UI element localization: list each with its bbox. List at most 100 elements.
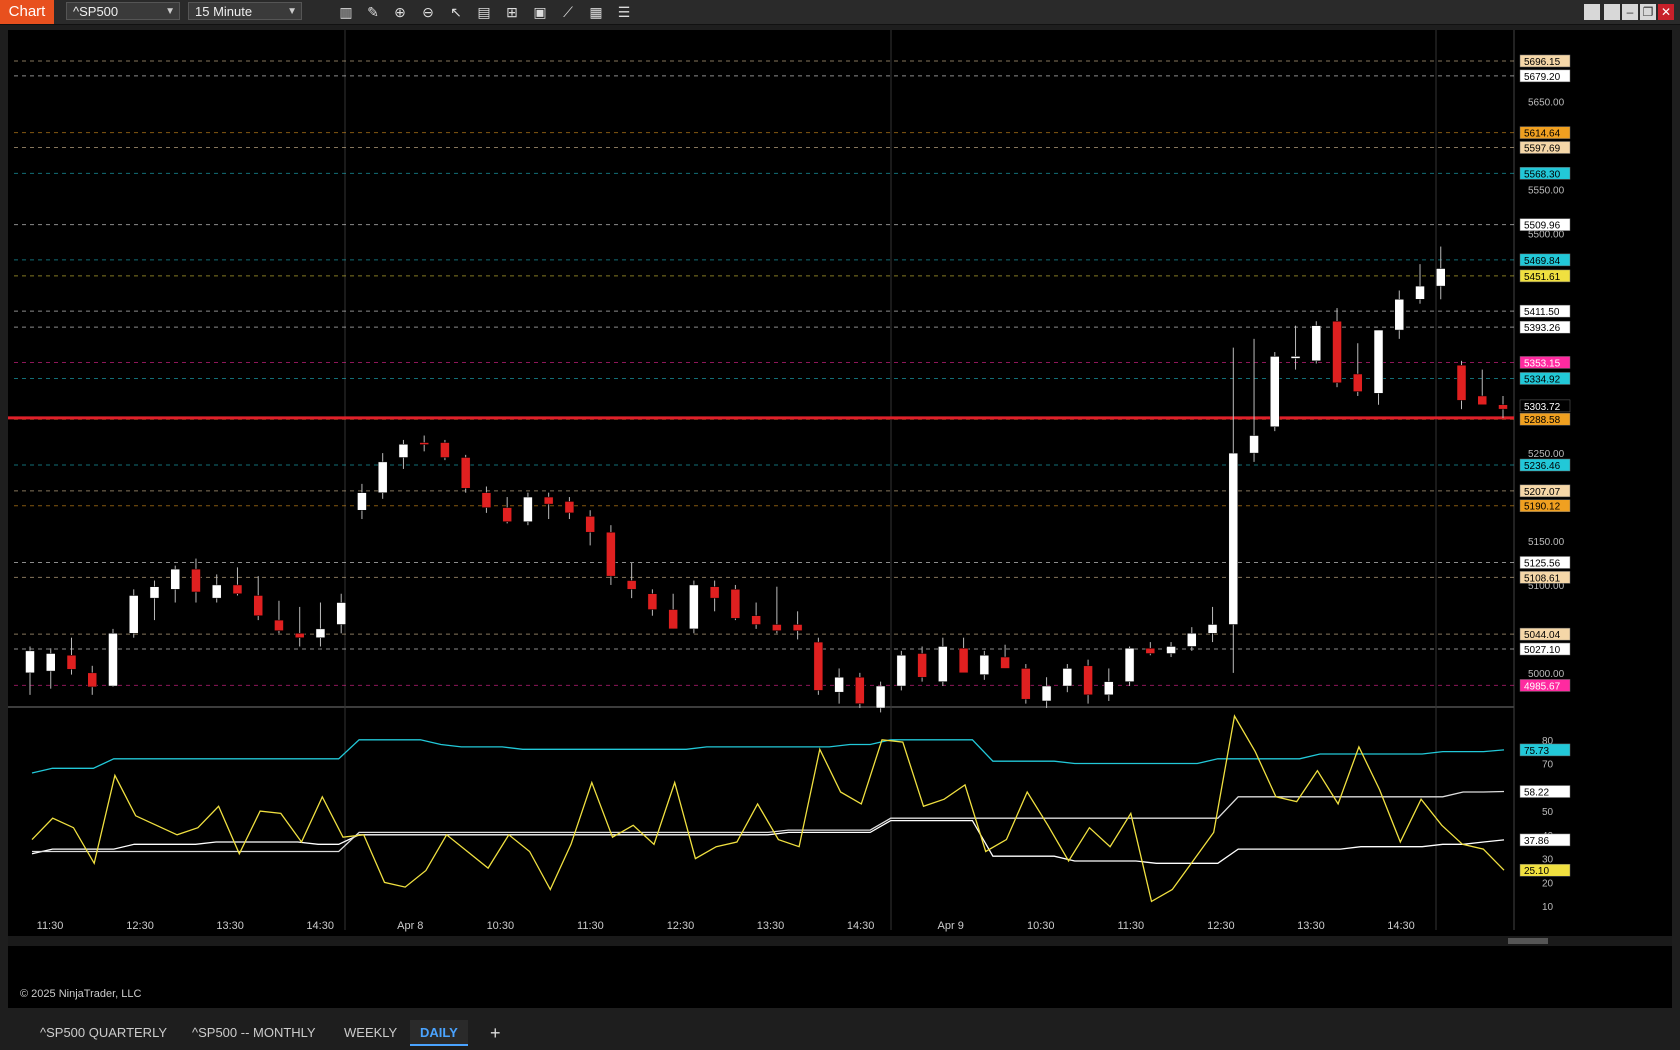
candle-body <box>647 593 658 610</box>
time-tick-label: 12:30 <box>1207 920 1235 932</box>
indicator-tick-label: 30 <box>1542 855 1554 866</box>
indicator-tick-label: 20 <box>1542 878 1554 889</box>
price-label: 5509.96 <box>1524 221 1561 232</box>
price-tick-label: 5250.00 <box>1528 449 1565 460</box>
tab-quarterly[interactable]: ^SP500 QUARTERLY <box>30 1020 177 1046</box>
interval-value: 15 Minute <box>195 4 253 19</box>
candle-body <box>1415 285 1425 300</box>
candle-body <box>294 633 305 638</box>
indicator-tick-label: 50 <box>1542 807 1554 818</box>
candle-body <box>274 619 284 631</box>
strategies-icon[interactable]: ⟋ <box>558 2 578 22</box>
time-tick-label: Apr 9 <box>938 920 964 932</box>
candle-body <box>1145 647 1156 654</box>
instrument-value: ^SP500 <box>73 4 119 19</box>
candle-body <box>751 615 761 625</box>
tab-daily[interactable]: DAILY <box>410 1020 468 1046</box>
candle-body <box>128 595 139 634</box>
candle-body <box>938 646 948 682</box>
time-tick-label: 11:30 <box>577 920 604 932</box>
candle-body <box>896 655 907 687</box>
interval-selector[interactable]: 15 Minute ▼ <box>188 2 302 20</box>
price-label: 5353.15 <box>1524 358 1561 369</box>
candle-body <box>834 676 844 693</box>
bar-type-icon[interactable]: ▥ <box>336 2 356 22</box>
price-tick-label: 5000.00 <box>1528 669 1565 680</box>
price-label: 5597.69 <box>1524 144 1561 155</box>
horizontal-scrollbar <box>8 936 1672 946</box>
time-tick-label: 13:30 <box>757 920 785 932</box>
price-label: 5303.72 <box>1524 402 1561 413</box>
time-tick-label: Apr 8 <box>397 920 423 932</box>
candle-body <box>1270 356 1280 427</box>
candle-body <box>875 685 886 709</box>
indicators-icon[interactable]: ▣ <box>530 2 550 22</box>
instrument-selector[interactable]: ^SP500 ▼ <box>66 2 180 20</box>
candle-body <box>855 676 865 704</box>
candle-body <box>419 442 429 445</box>
candle-body <box>440 442 450 458</box>
chart-panel[interactable]: 5650.00 5550.00 5500.00 5250.00 5150.00 5100.… <box>8 30 1672 1008</box>
price-tick-label: 5150.00 <box>1528 537 1565 548</box>
chart-svg[interactable]: 5650.005550.005500.005250.005150.005100.… <box>8 30 1672 1008</box>
indicator-line-yellow <box>31 714 1505 903</box>
candle-body <box>1166 646 1176 654</box>
pointer-icon[interactable]: ↖ <box>446 2 466 22</box>
data-box-icon[interactable]: ▤ <box>474 2 494 22</box>
price-label: 5108.61 <box>1524 573 1561 584</box>
candle-body <box>730 589 741 619</box>
candle-body <box>170 568 180 590</box>
indicator-label: 37.86 <box>1524 836 1549 847</box>
candle-body <box>398 444 409 458</box>
indicator-label: 58.22 <box>1524 788 1549 799</box>
candle-body <box>709 586 720 599</box>
tab-monthly[interactable]: ^SP500 -- MONTHLY <box>182 1020 326 1046</box>
draw-icon[interactable]: ✎ <box>363 2 383 22</box>
candle-body <box>543 496 554 505</box>
candle-body <box>958 647 969 674</box>
candle-body <box>1021 668 1031 700</box>
candle-body <box>1104 681 1114 696</box>
indicator-tick-label: 70 <box>1542 760 1554 771</box>
copyright-text: © 2025 NinjaTrader, LLC <box>20 988 142 1000</box>
more-icon[interactable]: ☰ <box>614 2 634 22</box>
minimize-icon[interactable]: – <box>1622 4 1638 20</box>
candle-body <box>606 531 616 577</box>
price-tick-label: 5550.00 <box>1528 185 1565 196</box>
chart-style-icon[interactable]: ⊞ <box>502 2 522 22</box>
chart-toolbar: Chart ^SP500 ▼ 15 Minute ▼ ▥ ✎ ⊕ ⊖ ↖ ▤ ⊞… <box>0 0 1680 25</box>
zoom-in-icon[interactable]: ⊕ <box>390 2 410 22</box>
candle-body <box>377 461 388 493</box>
time-tick-label: 12:30 <box>126 920 154 932</box>
zoom-out-icon[interactable]: ⊖ <box>418 2 438 22</box>
price-label: 5451.61 <box>1524 272 1561 283</box>
tab-weekly[interactable]: WEEKLY <box>334 1020 407 1046</box>
candle-body <box>191 568 201 593</box>
price-label: 5236.46 <box>1524 461 1561 472</box>
candle-body <box>564 501 575 514</box>
candle-body <box>502 507 512 522</box>
candle-body <box>1207 624 1218 634</box>
candle-body <box>1311 325 1322 362</box>
properties-icon[interactable]: ▦ <box>586 2 606 22</box>
candle-body <box>626 580 637 590</box>
candle-body <box>336 602 346 625</box>
candle-body <box>979 655 990 675</box>
candle-body <box>108 633 118 687</box>
indicator-label: 25.10 <box>1524 866 1549 877</box>
chart-window-tab[interactable]: Chart <box>0 0 54 24</box>
price-label: 4985.67 <box>1524 681 1561 692</box>
maximize-icon[interactable]: ❐ <box>1640 4 1656 20</box>
add-tab-button[interactable]: + <box>480 1020 511 1046</box>
close-icon[interactable]: ✕ <box>1658 4 1674 20</box>
indicator-tick-label: 10 <box>1542 902 1554 913</box>
chart-tab-bar: ^SP500 QUARTERLY ^SP500 -- MONTHLY WEEKL… <box>0 1016 1680 1050</box>
candle-body <box>1062 668 1073 687</box>
link-icon[interactable] <box>1604 4 1620 20</box>
price-label: 5190.12 <box>1524 502 1561 513</box>
price-tick-label: 5650.00 <box>1528 98 1565 109</box>
tile-icon[interactable] <box>1584 4 1600 20</box>
price-label: 5044.04 <box>1524 630 1561 641</box>
candle-body <box>481 492 492 508</box>
price-label: 5207.07 <box>1524 487 1561 498</box>
